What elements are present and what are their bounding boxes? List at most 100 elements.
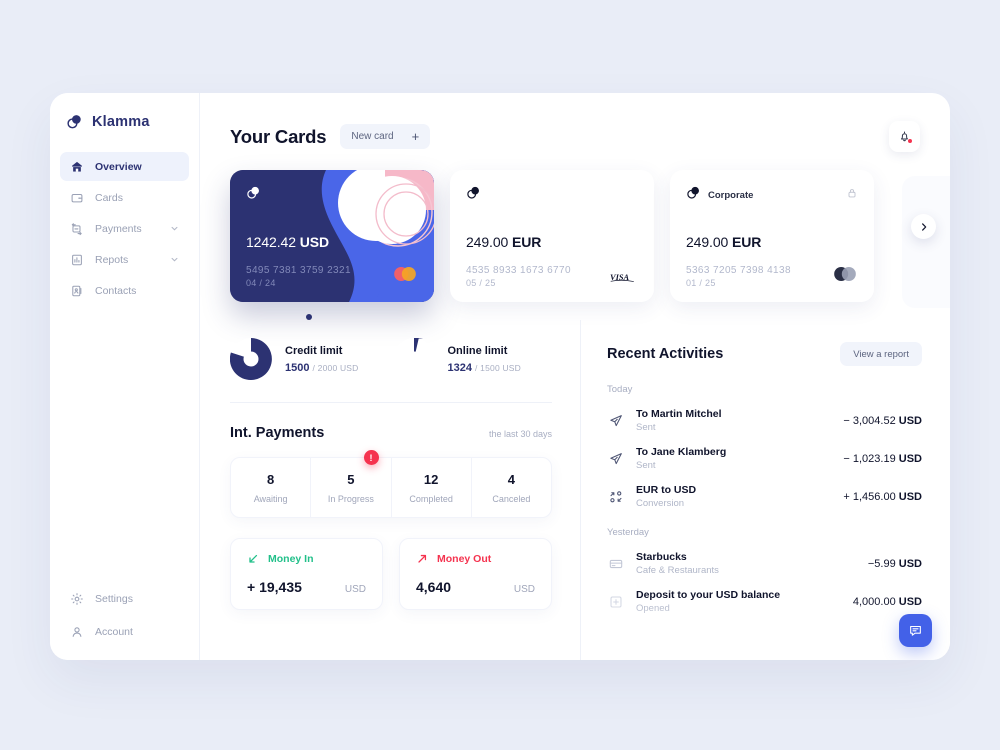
gear-icon [70,592,84,606]
sidebar-item-payments[interactable]: Payments [60,214,189,243]
money-in-header: Money In [247,553,366,565]
sidebar-item-repots[interactable]: Repots [60,245,189,274]
activity-amount: 4,000.00 USD [853,596,922,608]
card-item[interactable]: 1242.42 USD 5495 7381 3759 2321 04 / 24 [230,170,434,302]
notifications-button[interactable] [889,121,920,152]
activity-amount-value: − 3,004.52 [843,414,896,427]
wallet-icon [70,191,84,205]
activity-row[interactable]: Deposit to your USD balance Opened 4,000… [607,589,922,614]
stat-awaiting[interactable]: 8 Awaiting [231,458,310,517]
card-header [246,185,418,205]
sidebar-item-account[interactable]: Account [60,617,189,646]
view-report-button[interactable]: View a report [840,342,922,366]
transfer-icon [70,222,84,236]
card-expiry: 01 / 25 [686,278,716,288]
activity-name: Deposit to your USD balance [636,589,781,601]
limit-text: Credit limit 1500 / 2000 USD [285,345,359,374]
activity-amount-value: 4,000.00 [852,595,896,608]
stat-completed[interactable]: 12 Completed [390,458,471,517]
mastercard-logo-icon [392,266,418,287]
money-out-card[interactable]: Money Out 4,640 USD [399,538,552,610]
send-icon [607,412,624,429]
money-out-body: 4,640 USD [416,579,535,595]
card-currency: EUR [512,233,542,250]
topbar: Your Cards New card + [200,93,950,152]
stat-number: 4 [507,472,515,487]
sidebar-bottom-nav: Settings Account [50,584,199,646]
new-card-label: New card [351,131,394,142]
money-in-card[interactable]: Money In + 19,435 USD [230,538,383,610]
stat-label: In Progress [327,494,374,504]
activity-row[interactable]: Starbucks Cafe & Restaurants −5.99 USD [607,551,922,576]
contacts-icon [70,284,84,298]
chat-support-button[interactable] [899,614,932,647]
activity-name: To Martin Mitchel [636,408,722,420]
card-item[interactable]: Corporate 249.00 EUR 5363 7205 7398 4138… [670,170,874,302]
card-amount: 249.00 EUR [686,234,858,250]
activity-amount: −5.99 USD [868,558,922,570]
sidebar-nav: Overview Cards Payments Repots Contacts [50,152,199,305]
stat-canceled[interactable]: 4 Canceled [470,458,551,517]
activity-row[interactable]: To Jane Klamberg Sent − 1,023.19 USD [607,446,922,471]
stat-label: Awaiting [253,494,288,504]
card-footer: 5363 7205 7398 4138 01 / 25 [686,263,858,288]
limit-label: Online limit [447,344,508,357]
sidebar-item-overview[interactable]: Overview [60,152,189,181]
limit-credit: Credit limit 1500 / 2000 USD [229,338,359,380]
money-out-label: Money Out [437,553,492,565]
credit-limit-donut [229,338,272,380]
recent-activities-header: Recent Activities View a report [607,342,922,366]
klamma-logo-icon [686,185,701,205]
cards-carousel: 1242.42 USD 5495 7381 3759 2321 04 / 24 [200,152,950,320]
activity-text: EUR to USD Conversion [636,484,696,509]
money-out-amount: 4,640 [416,579,452,595]
card-amount: 1242.42 USD [246,234,418,250]
limit-text: Online limit 1324 / 1500 USD [448,345,522,374]
activity-amount-currency: USD [898,557,922,570]
carousel-next-button[interactable] [911,214,936,239]
sidebar-item-contacts[interactable]: Contacts [60,276,189,305]
activity-text: Deposit to your USD balance Opened [636,589,780,614]
sidebar-item-cards[interactable]: Cards [60,183,189,212]
new-card-button[interactable]: New card + [340,124,431,149]
card-item[interactable]: 249.00 EUR 4535 8933 1673 6770 05 / 25 V… [450,170,654,302]
stat-number: 8 [267,472,275,487]
sidebar-item-label: Cards [95,191,124,204]
activity-group-label: Today [607,384,633,395]
sidebar-item-label: Settings [95,592,133,605]
card-amount: 249.00 EUR [466,234,638,250]
card-expiry: 05 / 25 [466,278,496,288]
recent-activities-title: Recent Activities [607,346,724,362]
klamma-logo-icon [66,113,83,130]
brand: Klamma [50,113,199,130]
activity-row[interactable]: EUR to USD Conversion + 1,456.00 USD [607,484,922,509]
sidebar-item-label: Repots [95,253,129,266]
card-number: 5363 7205 7398 4138 [686,264,791,276]
cards-row: 1242.42 USD 5495 7381 3759 2321 04 / 24 [230,170,950,308]
card-item-preview[interactable] [902,176,950,308]
stat-label: Completed [409,494,453,504]
sidebar-item-settings[interactable]: Settings [60,584,189,613]
notification-badge [907,138,913,144]
activity-name: Starbucks [636,551,687,563]
maestro-logo-icon [832,266,858,287]
activity-subtitle: Cafe & Restaurants [636,565,719,576]
activity-amount: − 1,023.19 USD [843,453,922,465]
activity-amount-currency: USD [898,490,922,503]
online-limit-donut [392,296,440,380]
activity-row[interactable]: To Martin Mitchel Sent − 3,004.52 USD [607,408,922,433]
status-badge: ! [363,450,379,465]
klamma-logo-icon [246,185,261,205]
stat-in-progress[interactable]: ! 5 In Progress [310,450,390,517]
limit-online: Online limit 1324 / 1500 USD [392,296,522,380]
page-title: Your Cards [230,125,327,147]
activity-amount-value: −5.99 [867,557,896,570]
carousel-dot[interactable] [306,314,312,320]
limit-label: Credit limit [285,344,343,357]
card-header: Corporate [686,185,858,205]
activity-amount-currency: USD [898,595,922,608]
sidebar-item-label: Overview [95,160,142,173]
carousel-dots[interactable] [230,302,920,320]
limit-current: 1500 [285,361,310,374]
card-number: 5495 7381 3759 2321 [246,264,351,276]
